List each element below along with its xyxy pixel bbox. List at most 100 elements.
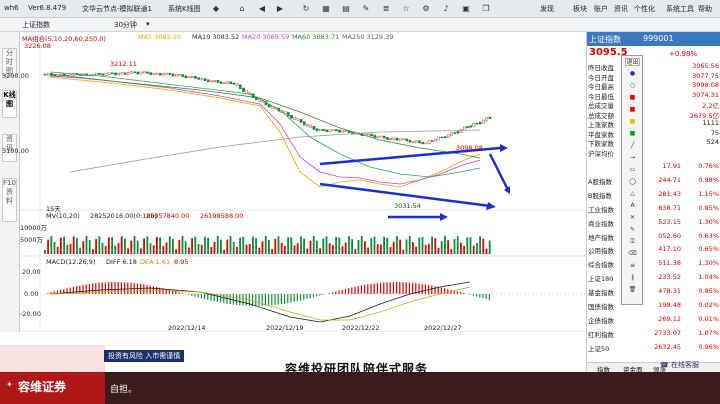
sector-row[interactable]: 上证180 233.52 1.04% <box>587 273 720 283</box>
settings-icon[interactable]: ⚙ <box>420 3 432 15</box>
macd-bar <box>312 294 314 298</box>
volume-bar <box>47 239 49 254</box>
candlestick-series <box>43 71 492 145</box>
lock-icon[interactable]: ⚿ <box>625 238 640 246</box>
sector-row[interactable]: 公用指数 417.10 0.65% <box>587 245 720 255</box>
macd-bar <box>264 294 266 306</box>
volume-bar <box>271 249 273 254</box>
home-icon[interactable]: ⌂ <box>236 3 248 15</box>
candle <box>431 140 434 142</box>
sector-row[interactable]: A股指数 244.71 0.98% <box>587 176 720 186</box>
volume-bar <box>335 237 337 254</box>
macd-y-neg20: -20.00 <box>20 310 41 318</box>
star-icon[interactable]: ☆ <box>400 3 412 15</box>
calc-icon[interactable]: ▣ <box>460 3 472 15</box>
rect-icon[interactable]: ▭ <box>625 166 640 174</box>
eraser-icon[interactable]: ⌫ <box>625 250 640 258</box>
volume-bar <box>149 243 152 254</box>
candle <box>171 73 175 77</box>
macd-bar <box>402 282 404 294</box>
sector-value: 233.52 <box>658 273 681 282</box>
sector-row[interactable]: 地产指数 052.60 0.63% <box>587 232 720 242</box>
sector-row[interactable]: 国债指数 198.48 0.02% <box>587 301 720 311</box>
channel-icon[interactable]: ∥ <box>625 274 640 282</box>
macd-bar <box>434 286 436 294</box>
period-selector[interactable]: 30分钟 <box>114 20 137 30</box>
tab-f10[interactable]: F10资料 <box>2 178 17 222</box>
text-icon[interactable]: A <box>625 202 640 210</box>
line-icon[interactable]: ╱ <box>625 142 640 150</box>
menu-personalize[interactable]: 个性化 <box>634 4 655 14</box>
candle <box>101 73 104 76</box>
volume-bar <box>245 244 248 254</box>
sector-name: 综合指数 <box>588 261 614 270</box>
macd-bar <box>130 282 132 294</box>
tab-kline[interactable]: K线图 <box>2 90 17 118</box>
sector-percent: 0.65% <box>698 245 719 254</box>
red-swatch-icon[interactable]: ■ <box>625 106 640 114</box>
trash-icon[interactable]: 🗑 <box>625 286 640 294</box>
triangle-icon[interactable]: △ <box>625 190 640 198</box>
sector-name: 基金指数 <box>588 289 614 298</box>
sector-row[interactable]: 17.91 0.76% <box>587 162 720 172</box>
window-icon[interactable]: ❐ <box>480 3 492 15</box>
green-swatch-icon[interactable]: ■ <box>625 130 640 138</box>
sector-row[interactable]: 基金指数 478.31 0.85% <box>587 287 720 297</box>
fib-icon[interactable]: ≡ <box>625 262 640 270</box>
refresh-icon[interactable]: ↻ <box>300 3 312 15</box>
skyline-watermark <box>0 345 105 372</box>
chart-icon[interactable]: ▦ <box>320 3 332 15</box>
menu-account[interactable]: 账户 <box>594 4 608 14</box>
chevron-down-icon[interactable]: ▾ <box>146 20 150 28</box>
popup-exit-button[interactable]: 退出 <box>625 58 640 66</box>
ellipse-icon[interactable]: ◯ <box>625 178 640 186</box>
cross-icon[interactable]: ✕ <box>625 214 640 222</box>
macd-bar <box>111 282 113 294</box>
macd-bar <box>424 284 426 294</box>
yellow-swatch-icon[interactable]: ■ <box>625 118 640 126</box>
menu-news[interactable]: 资讯 <box>614 4 628 14</box>
macd-bar <box>194 294 196 297</box>
grid-icon[interactable]: ▤ <box>340 3 352 15</box>
candle <box>142 71 146 74</box>
candle <box>341 130 345 133</box>
sector-row[interactable]: B股指数 281.43 1.15% <box>587 190 720 200</box>
bell-icon[interactable]: ♪ <box>440 3 452 15</box>
sector-row[interactable]: 企债指数 269.12 0.01% <box>587 315 720 325</box>
macd-bar <box>440 287 442 294</box>
sector-row[interactable]: 商业指数 523.15 1.30% <box>587 218 720 228</box>
online-service-link[interactable]: ☎ 在线客服 <box>660 360 699 370</box>
quote-row-label: 下跌家数 <box>588 140 614 148</box>
back-icon[interactable]: ◀ <box>256 3 268 15</box>
circle-icon[interactable]: ○ <box>625 82 640 90</box>
volume-bar <box>287 237 289 254</box>
sector-row[interactable]: 工业指数 838.71 0.85% <box>587 204 720 214</box>
kline-chart-area[interactable]: MA组合(5,10,20,60,250,0) MA5 3092.20 MA10 … <box>2 32 586 333</box>
macd-bar <box>479 294 481 298</box>
sector-row[interactable]: 红利指数 2733.07 1.07% <box>587 329 720 339</box>
menu-tools[interactable]: 系统工具 <box>666 4 694 14</box>
sector-row[interactable]: 综合指数 511.38 1.30% <box>587 259 720 269</box>
candle <box>139 71 143 75</box>
arrow-icon[interactable]: → <box>625 154 640 162</box>
candle <box>427 140 431 145</box>
pen-icon[interactable]: ✎ <box>625 226 640 234</box>
sector-name: 公用指数 <box>588 247 614 256</box>
volume-bar <box>82 241 85 254</box>
menu-discover[interactable]: 发现 <box>540 4 554 14</box>
sector-row[interactable]: 上证50 2632.45 0.96% <box>587 343 720 353</box>
forward-icon[interactable]: ▶ <box>274 3 286 15</box>
volume-bar <box>76 238 78 254</box>
menu-help[interactable]: 帮助 <box>698 4 712 14</box>
macd-bar <box>351 287 353 294</box>
candle <box>399 138 402 141</box>
dot-icon[interactable]: ● <box>625 70 640 78</box>
red-square-icon[interactable]: ■ <box>625 94 640 102</box>
list-icon[interactable]: ≣ <box>380 3 392 15</box>
volume-bar <box>332 245 334 254</box>
menu-sector[interactable]: 板块 <box>573 4 587 14</box>
candle <box>219 81 223 84</box>
symbol-selector[interactable]: 上证指数 <box>22 20 50 30</box>
pencil-icon[interactable]: ✎ <box>360 3 372 15</box>
macd-bar <box>322 294 324 295</box>
